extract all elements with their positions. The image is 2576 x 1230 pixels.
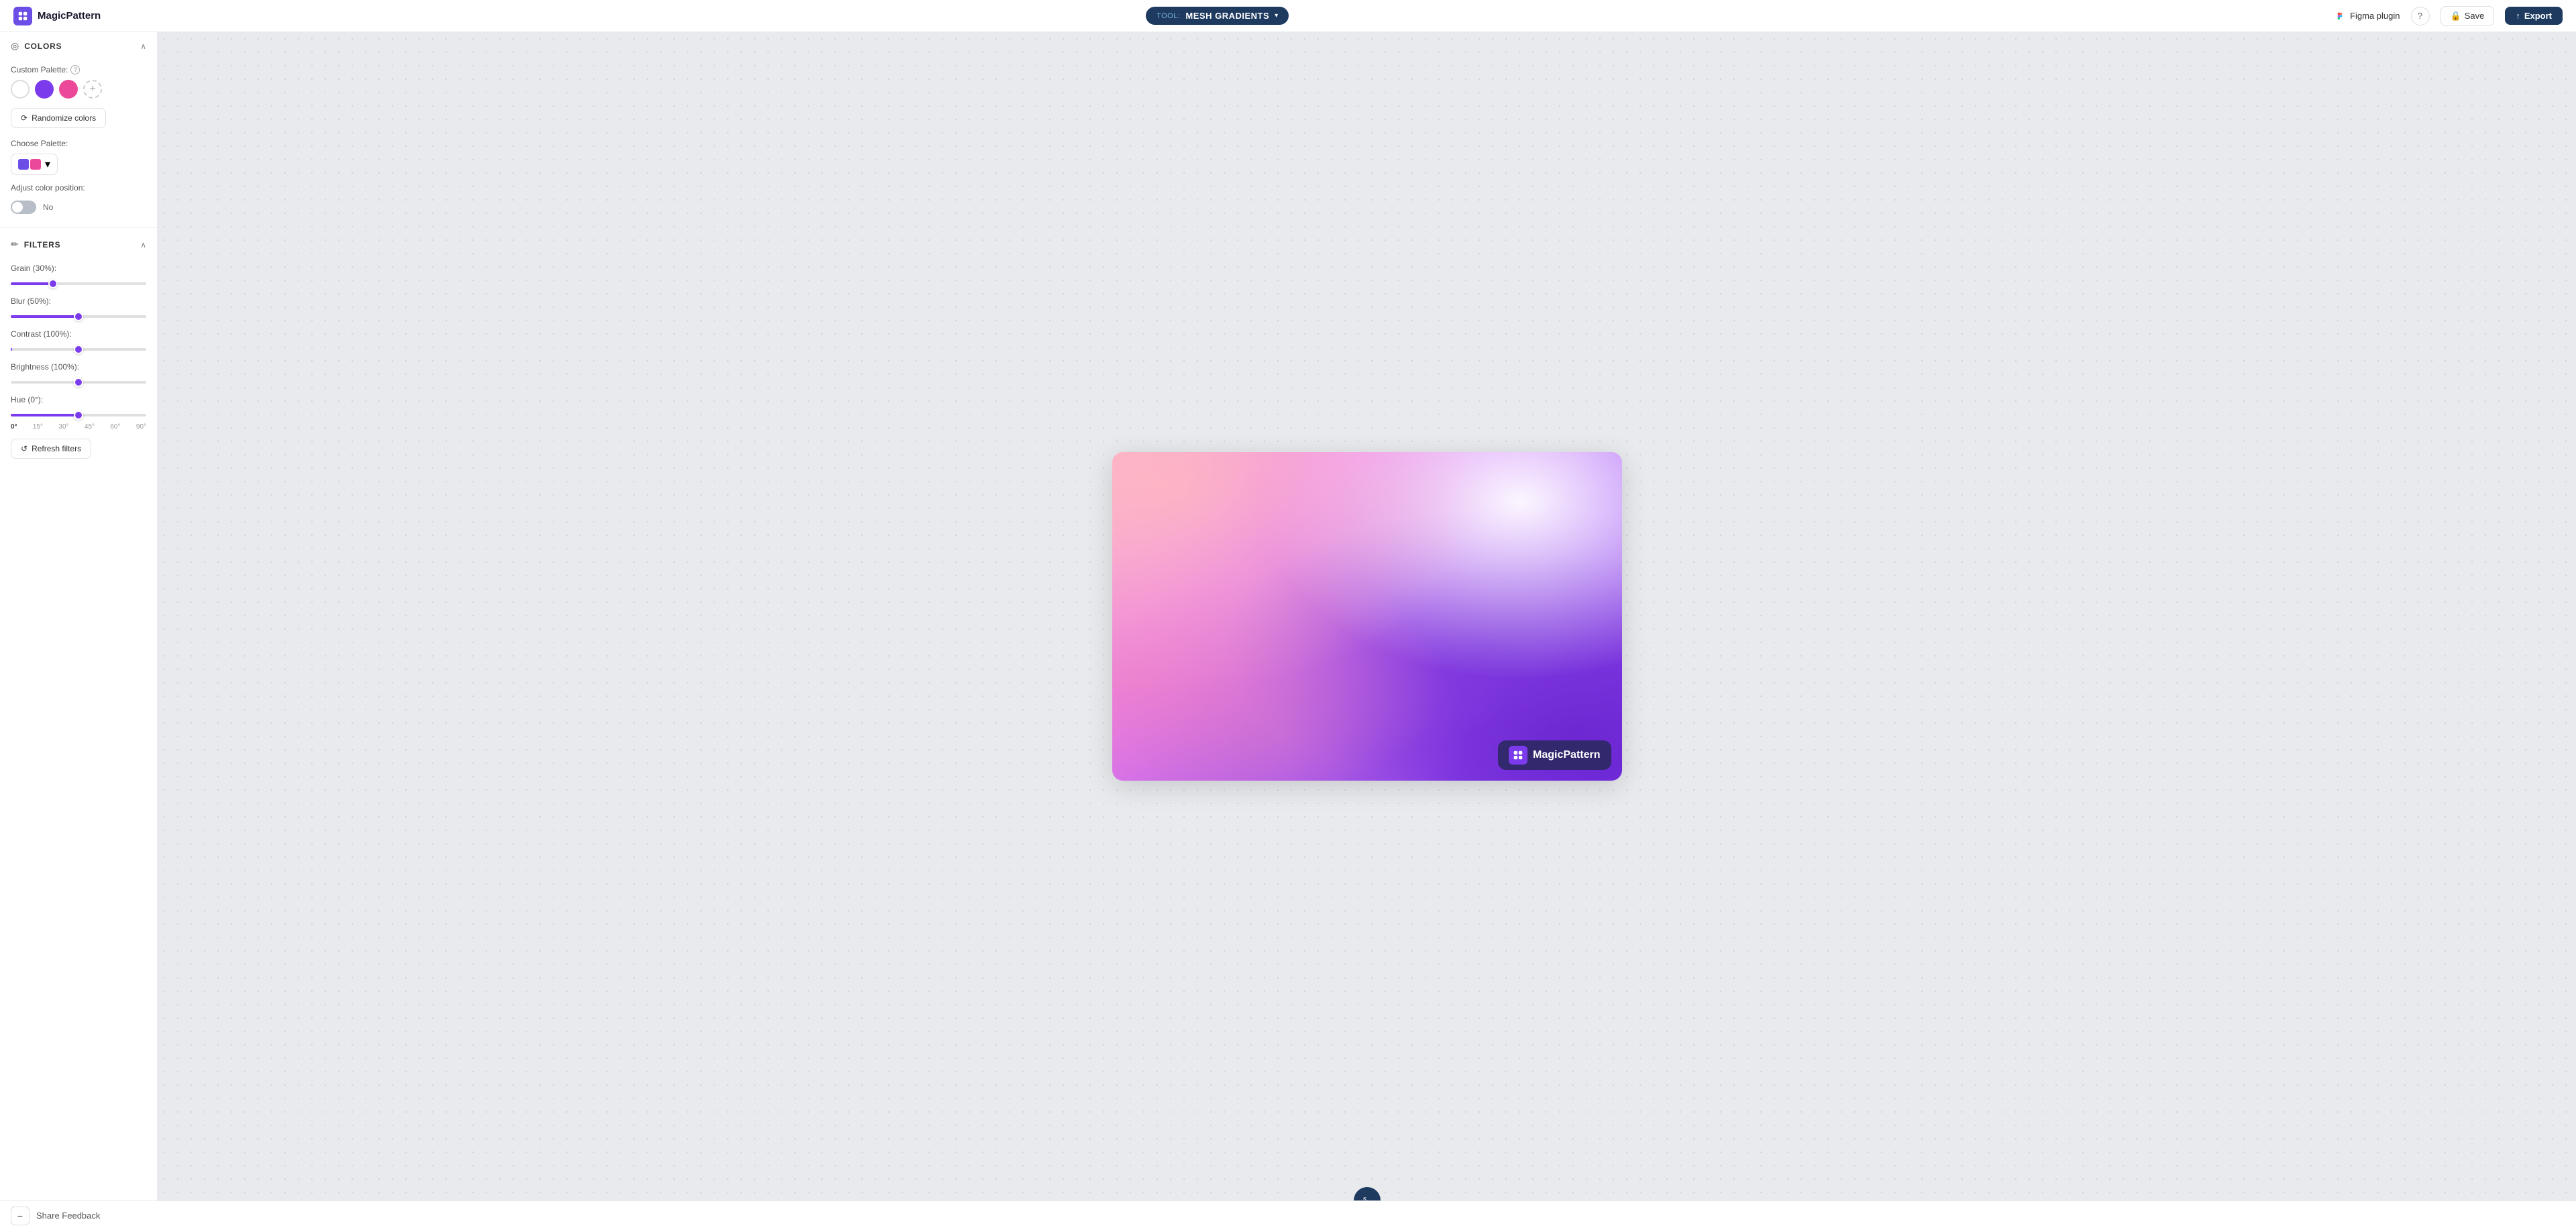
palette-preview	[18, 159, 41, 170]
export-icon: ↑	[2516, 11, 2520, 21]
choose-palette-label: Choose Palette:	[11, 139, 146, 148]
bottom-bar: − Share Feedback	[0, 1200, 2576, 1230]
hue-tick-30: 30°	[58, 423, 68, 431]
filters-section-content: Grain (30%): Blur (50%): Contrast (100%)…	[0, 258, 157, 469]
hue-tick-90: 90°	[136, 423, 146, 431]
help-button[interactable]: ?	[2411, 7, 2430, 25]
palette-color-2	[30, 159, 41, 170]
gradient-canvas	[1112, 452, 1622, 781]
export-button[interactable]: ↑ Export	[2505, 7, 2563, 25]
grain-label: Grain (30%):	[11, 264, 146, 273]
contrast-label: Contrast (100%):	[11, 329, 146, 339]
palette-dropdown[interactable]: ▾	[11, 154, 58, 175]
topbar-left: MagicPattern	[13, 7, 101, 25]
lock-icon: 🔒	[2451, 11, 2461, 21]
filters-section-header: ✏ FILTERS ∧	[0, 231, 157, 258]
figma-icon	[2334, 10, 2346, 22]
toggle-knob	[12, 202, 23, 213]
colors-title-row: ◎ COLORS	[11, 40, 62, 52]
brightness-slider[interactable]	[11, 381, 146, 384]
palette-color-1	[18, 159, 29, 170]
main-layout: ◎ COLORS ∧ Custom Palette: ? + ⟳ Randomi…	[0, 32, 2576, 1200]
grain-slider[interactable]	[11, 282, 146, 285]
toggle-label: No	[43, 203, 53, 212]
logo-icon	[13, 7, 32, 25]
brand-name: MagicPattern	[38, 10, 101, 21]
topbar: MagicPattern TOOL: MESH GRADIENTS ▾ Figm…	[0, 0, 2576, 32]
gradient-card: MagicPattern	[1112, 452, 1622, 781]
brightness-label: Brightness (100%):	[11, 362, 146, 372]
topbar-center: TOOL: MESH GRADIENTS ▾	[1146, 7, 1289, 25]
colors-section-title: COLORS	[24, 42, 62, 51]
hue-ticks: 0° 15° 30° 45° 60° 90°	[11, 423, 146, 431]
grain-filter-row: Grain (30%):	[11, 264, 146, 288]
tool-selector[interactable]: TOOL: MESH GRADIENTS ▾	[1146, 7, 1289, 25]
tool-label: TOOL:	[1157, 12, 1180, 20]
color-swatches: +	[11, 80, 146, 99]
refresh-icon: ↺	[21, 444, 28, 453]
brightness-filter-row: Brightness (100%):	[11, 362, 146, 387]
adjust-position-label: Adjust color position:	[11, 183, 85, 192]
hue-tick-45: 45°	[85, 423, 95, 431]
custom-palette-help-icon[interactable]: ?	[70, 65, 80, 74]
swatch-white[interactable]	[11, 80, 30, 99]
watermark-text: MagicPattern	[1533, 749, 1600, 761]
minus-button[interactable]: −	[11, 1207, 30, 1225]
watermark: MagicPattern	[1498, 740, 1611, 770]
resize-handle[interactable]: ⤡	[1354, 1187, 1381, 1200]
swatch-pink[interactable]	[59, 80, 78, 99]
chevron-down-icon: ▾	[1275, 12, 1278, 19]
figma-plugin-label: Figma plugin	[2350, 11, 2400, 21]
contrast-filter-row: Contrast (100%):	[11, 329, 146, 354]
colors-section-content: Custom Palette: ? + ⟳ Randomize colors C…	[0, 60, 157, 225]
randomize-icon: ⟳	[21, 113, 28, 123]
refresh-filters-button[interactable]: ↺ Refresh filters	[11, 439, 91, 459]
tool-name: MESH GRADIENTS	[1185, 11, 1269, 21]
blur-label: Blur (50%):	[11, 296, 146, 306]
blur-slider[interactable]	[11, 315, 146, 318]
filters-title-row: ✏ FILTERS	[11, 239, 60, 250]
randomize-colors-button[interactable]: ⟳ Randomize colors	[11, 108, 106, 128]
topbar-right: Figma plugin ? 🔒 Save ↑ Export	[2334, 6, 2563, 26]
swatch-add-button[interactable]: +	[83, 80, 102, 99]
minus-icon: −	[17, 1211, 23, 1221]
feedback-text: Share Feedback	[36, 1211, 100, 1221]
adjust-position-toggle[interactable]	[11, 201, 36, 214]
hue-tick-0: 0°	[11, 423, 17, 431]
save-button[interactable]: 🔒 Save	[2440, 6, 2495, 26]
hue-filter-row: Hue (0°): 0° 15° 30° 45° 60° 90°	[11, 395, 146, 431]
hue-label: Hue (0°):	[11, 395, 146, 404]
resize-icon: ⤡	[1363, 1195, 1371, 1201]
canvas-area: MagicPattern ⤡	[158, 32, 2576, 1200]
filters-section-title: FILTERS	[24, 240, 61, 249]
sidebar: ◎ COLORS ∧ Custom Palette: ? + ⟳ Randomi…	[0, 32, 158, 1200]
custom-palette-label: Custom Palette: ?	[11, 65, 146, 74]
colors-section-header: ◎ COLORS ∧	[0, 32, 157, 60]
figma-plugin-button[interactable]: Figma plugin	[2334, 10, 2400, 22]
adjust-position-row: Adjust color position:	[11, 183, 146, 192]
section-divider	[0, 227, 157, 228]
blur-filter-row: Blur (50%):	[11, 296, 146, 321]
swatch-purple[interactable]	[35, 80, 54, 99]
toggle-row: No	[11, 201, 146, 214]
hue-slider[interactable]	[11, 414, 146, 416]
filters-section-icon: ✏	[11, 239, 19, 250]
help-icon: ?	[2418, 11, 2422, 21]
palette-chevron-icon: ▾	[45, 158, 50, 171]
contrast-slider[interactable]	[11, 348, 146, 351]
hue-tick-15: 15°	[33, 423, 43, 431]
filters-collapse-button[interactable]: ∧	[140, 240, 146, 249]
hue-tick-60: 60°	[110, 423, 120, 431]
watermark-icon	[1509, 746, 1527, 765]
colors-section-icon: ◎	[11, 40, 19, 52]
colors-collapse-button[interactable]: ∧	[140, 42, 146, 51]
